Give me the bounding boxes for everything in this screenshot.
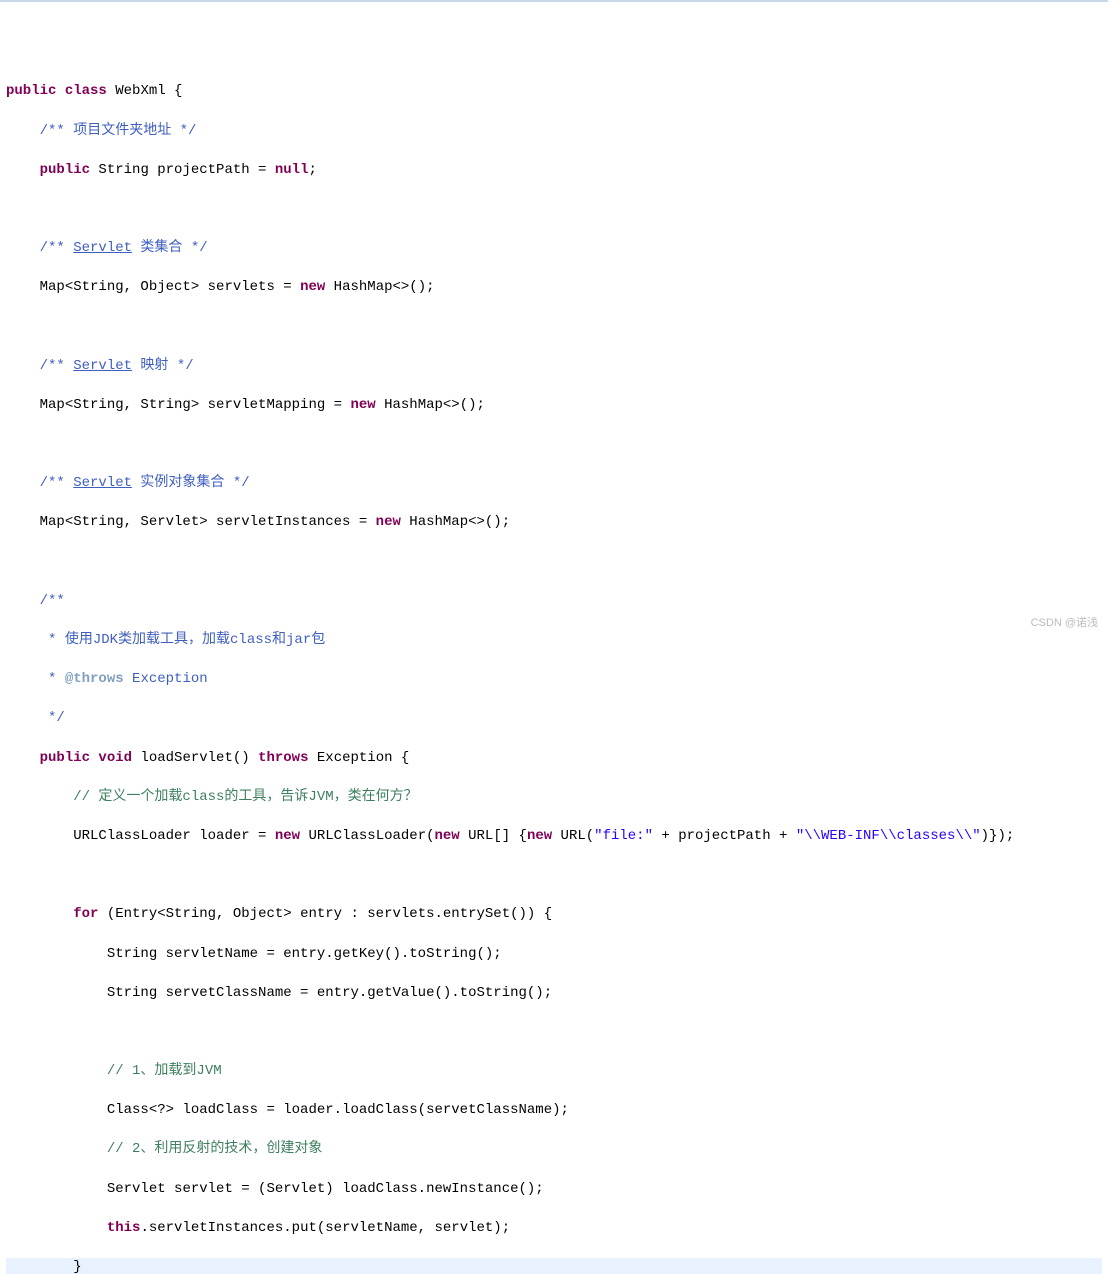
javadoc: /** <box>40 358 74 374</box>
javadoc: 映射 */ <box>132 358 194 374</box>
code-line: // 定义一个加载class的工具，告诉JVM，类在何方？ <box>6 788 1102 808</box>
code-line: Class<?> loadClass = loader.loadClass(se… <box>6 1101 1102 1121</box>
code-line: public class WebXml { <box>6 82 1102 102</box>
code-line: /** Servlet 映射 */ <box>6 357 1102 377</box>
code-line: this.servletInstances.put(servletName, s… <box>6 1219 1102 1239</box>
blank-line <box>6 200 1102 220</box>
blank-line <box>6 318 1102 338</box>
expr: URLClassLoader( <box>300 828 434 844</box>
javadoc: * <box>40 671 65 687</box>
keyword: new <box>435 828 460 844</box>
keyword: class <box>65 83 107 99</box>
expr: HashMap<>(); <box>325 279 434 295</box>
expr: + projectPath + <box>653 828 796 844</box>
code-line-highlighted: } <box>6 1258 1102 1274</box>
code-line: /** <box>6 592 1102 612</box>
statement: String servletName = entry.getKey().toSt… <box>107 946 502 962</box>
keyword: throws <box>258 750 308 766</box>
javadoc: */ <box>40 710 65 726</box>
code-line: * @throws Exception <box>6 670 1102 690</box>
code-line: */ <box>6 709 1102 729</box>
statement: Class<?> loadClass = loader.loadClass(se… <box>107 1102 569 1118</box>
javadoc-tag: @throws <box>65 671 124 687</box>
string-literal: "file:" <box>594 828 653 844</box>
keyword: this <box>107 1220 141 1236</box>
code-line: String servletName = entry.getKey().toSt… <box>6 945 1102 965</box>
code-line: /** Servlet 类集合 */ <box>6 239 1102 259</box>
code-line: /** 项目文件夹地址 */ <box>6 122 1102 142</box>
javadoc: * 使用JDK类加载工具，加载class和jar包 <box>40 632 326 648</box>
javadoc: Exception <box>124 671 208 687</box>
keyword: new <box>350 397 375 413</box>
semicolon: ; <box>308 162 316 178</box>
field-decl: String projectPath = <box>90 162 275 178</box>
blank-line <box>6 866 1102 886</box>
code-line: public void loadServlet() throws Excepti… <box>6 749 1102 769</box>
javadoc: /** 项目文件夹地址 */ <box>40 123 197 139</box>
javadoc: 类集合 */ <box>132 240 208 256</box>
throws-decl: Exception { <box>309 750 410 766</box>
blank-line <box>6 1023 1102 1043</box>
expr: )}); <box>981 828 1015 844</box>
code-line: Map<String, Object> servlets = new HashM… <box>6 278 1102 298</box>
keyword: new <box>275 828 300 844</box>
field-decl: Map<String, Servlet> servletInstances = <box>40 514 376 530</box>
expr: URL( <box>552 828 594 844</box>
code-line: * 使用JDK类加载工具，加载class和jar包 <box>6 631 1102 651</box>
keyword: public <box>40 750 90 766</box>
blank-line <box>6 553 1102 573</box>
code-line: // 1、加载到JVM <box>6 1062 1102 1082</box>
javadoc-link: Servlet <box>73 240 132 256</box>
field-decl: Map<String, String> servletMapping = <box>40 397 351 413</box>
blank-line <box>6 435 1102 455</box>
javadoc-link: Servlet <box>73 358 132 374</box>
keyword: for <box>73 906 98 922</box>
expr: HashMap<>(); <box>401 514 510 530</box>
keyword: new <box>527 828 552 844</box>
statement: Servlet servlet = (Servlet) loadClass.ne… <box>107 1181 544 1197</box>
keyword: public <box>6 83 56 99</box>
class-name: WebXml { <box>107 83 183 99</box>
javadoc-link: Servlet <box>73 475 132 491</box>
comment: // 2、利用反射的技术，创建对象 <box>107 1141 323 1157</box>
javadoc: /** <box>40 475 74 491</box>
code-line: Servlet servlet = (Servlet) loadClass.ne… <box>6 1180 1102 1200</box>
code-line: Map<String, Servlet> servletInstances = … <box>6 513 1102 533</box>
expr: URL[] { <box>460 828 527 844</box>
code-line: Map<String, String> servletMapping = new… <box>6 396 1102 416</box>
statement: .servletInstances.put(servletName, servl… <box>140 1220 510 1236</box>
keyword: new <box>300 279 325 295</box>
code-line: /** Servlet 实例对象集合 */ <box>6 474 1102 494</box>
code-line: String servetClassName = entry.getValue(… <box>6 984 1102 1004</box>
for-loop: (Entry<String, Object> entry : servlets.… <box>98 906 552 922</box>
statement: String servetClassName = entry.getValue(… <box>107 985 552 1001</box>
comment: // 定义一个加载class的工具，告诉JVM，类在何方？ <box>73 789 417 805</box>
keyword: public <box>40 162 90 178</box>
watermark-text: CSDN @诺浅 <box>1031 616 1098 631</box>
method-name: loadServlet() <box>132 750 258 766</box>
keyword: void <box>90 750 132 766</box>
var-decl: URLClassLoader loader = <box>73 828 275 844</box>
comment: // 1、加载到JVM <box>107 1063 222 1079</box>
string-literal: "\\WEB-INF\\classes\\" <box>796 828 981 844</box>
code-line: for (Entry<String, Object> entry : servl… <box>6 905 1102 925</box>
javadoc: /** <box>40 593 65 609</box>
brace: } <box>73 1259 81 1274</box>
code-line: public String projectPath = null; <box>6 161 1102 181</box>
expr: HashMap<>(); <box>376 397 485 413</box>
field-decl: Map<String, Object> servlets = <box>40 279 300 295</box>
keyword: null <box>275 162 309 178</box>
javadoc: /** <box>40 240 74 256</box>
code-line: URLClassLoader loader = new URLClassLoad… <box>6 827 1102 847</box>
keyword: new <box>376 514 401 530</box>
code-line: // 2、利用反射的技术，创建对象 <box>6 1140 1102 1160</box>
javadoc: 实例对象集合 */ <box>132 475 250 491</box>
